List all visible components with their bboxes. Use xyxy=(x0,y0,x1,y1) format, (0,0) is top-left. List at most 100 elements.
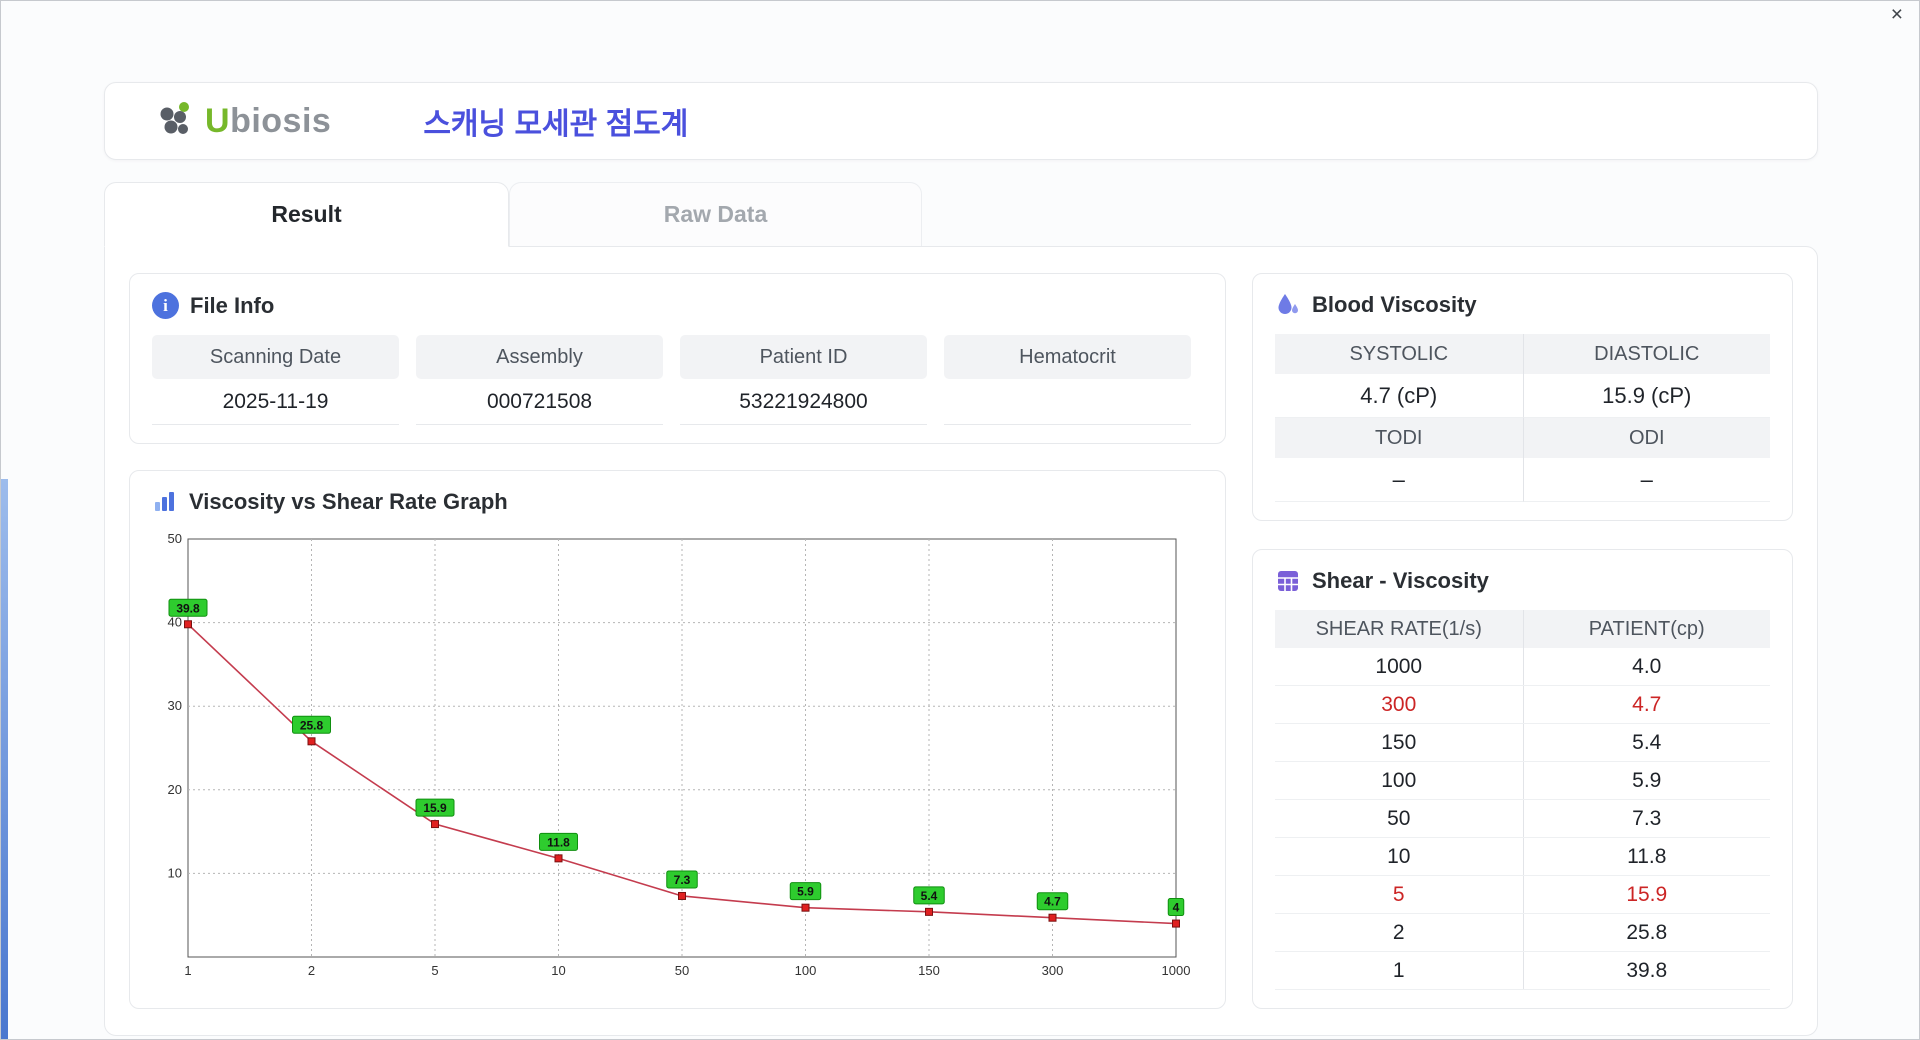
field-value: 000721508 xyxy=(416,379,663,425)
shear-rate-value: 2 xyxy=(1392,921,1405,944)
patient-viscosity-value: 5.9 xyxy=(1522,762,1771,799)
page-title: 스캐닝 모세관 점도계 xyxy=(423,108,689,141)
svg-text:10: 10 xyxy=(168,865,182,880)
blood-viscosity-title-row: Blood Viscosity xyxy=(1275,292,1770,318)
shear-rate-value: 150 xyxy=(1381,731,1417,754)
shear-table-header: SHEAR RATE(1/s) PATIENT(cp) xyxy=(1275,610,1770,648)
svg-text:10: 10 xyxy=(551,963,565,978)
svg-text:1: 1 xyxy=(184,963,191,978)
field-assembly: Assembly 000721508 xyxy=(416,335,663,425)
file-info-title-row: i File Info xyxy=(152,292,1203,319)
shear-rate-value: 300 xyxy=(1381,693,1417,716)
shear-rate-value: 10 xyxy=(1387,845,1411,868)
svg-text:50: 50 xyxy=(675,963,689,978)
svg-text:30: 30 xyxy=(168,698,182,713)
shear-rate-value: 100 xyxy=(1381,769,1417,792)
svg-text:5: 5 xyxy=(431,963,438,978)
svg-text:11.8: 11.8 xyxy=(547,835,570,849)
svg-text:15.9: 15.9 xyxy=(423,801,447,815)
blood-viscosity-card: Blood Viscosity SYSTOLIC DIASTOLIC 4.7 (… xyxy=(1252,273,1793,521)
shear-viscosity-row: 5 15.9 xyxy=(1275,876,1770,914)
blood-viscosity-title: Blood Viscosity xyxy=(1312,292,1477,317)
systolic-value: 4.7 (cP) xyxy=(1275,374,1523,418)
patient-viscosity-value: 25.8 xyxy=(1522,914,1771,951)
chart-area: 10 20 30 40 50 1 2 5 10 50 100 150 300 1000 39.8 25.8 15… xyxy=(152,525,1203,990)
todi-value: – xyxy=(1275,458,1523,502)
shear-viscosity-title-row: Shear - Viscosity xyxy=(1275,568,1770,594)
patient-viscosity-value: 4.7 xyxy=(1522,686,1771,723)
field-patient-id: Patient ID 53221924800 xyxy=(680,335,927,425)
svg-text:4.7: 4.7 xyxy=(1044,895,1061,909)
blood-viscosity-table: SYSTOLIC DIASTOLIC 4.7 (cP) 15.9 (cP) TO… xyxy=(1275,334,1770,502)
file-info-title: File Info xyxy=(190,292,275,318)
graph-title-row: Viscosity vs Shear Rate Graph xyxy=(152,489,1203,515)
shear-table-body: 1000 4.0 300 4.7 150 5.4 100 5.9 50 7.3 10 11.8 5 15.… xyxy=(1275,648,1770,990)
shear-viscosity-row: 300 4.7 xyxy=(1275,686,1770,724)
shear-rate-column-header: SHEAR RATE(1/s) xyxy=(1315,618,1482,640)
shear-rate-value: 1 xyxy=(1392,959,1405,982)
svg-text:7.3: 7.3 xyxy=(674,873,691,887)
patient-viscosity-value: 15.9 xyxy=(1522,876,1771,913)
odi-value: – xyxy=(1522,458,1770,502)
systolic-label: SYSTOLIC xyxy=(1275,334,1523,374)
table-grid-icon xyxy=(1275,568,1301,594)
patient-viscosity-value: 11.8 xyxy=(1522,838,1771,875)
shear-viscosity-row: 150 5.4 xyxy=(1275,724,1770,762)
window-titlebar: × xyxy=(1,1,1919,29)
svg-text:39.8: 39.8 xyxy=(176,601,200,615)
shear-viscosity-row: 100 5.9 xyxy=(1275,762,1770,800)
svg-text:100: 100 xyxy=(795,963,817,978)
viscosity-graph-card: Viscosity vs Shear Rate Graph 10 20 30 40 50… xyxy=(129,470,1226,1009)
ubiosis-logo-icon xyxy=(153,99,197,143)
file-info-fields: Scanning Date 2025-11-19 Assembly 000721… xyxy=(152,335,1203,425)
shear-viscosity-row: 2 25.8 xyxy=(1275,914,1770,952)
droplet-icon xyxy=(1275,292,1301,318)
shear-viscosity-row: 1 39.8 xyxy=(1275,952,1770,990)
field-value: 2025-11-19 xyxy=(152,379,399,425)
svg-text:40: 40 xyxy=(168,615,182,630)
svg-text:150: 150 xyxy=(918,963,940,978)
field-value xyxy=(944,379,1191,425)
shear-rate-value: 1000 xyxy=(1375,655,1423,678)
shear-rate-value: 50 xyxy=(1387,807,1411,830)
shear-viscosity-title: Shear - Viscosity xyxy=(1312,568,1489,593)
field-hematocrit: Hematocrit xyxy=(944,335,1191,425)
shear-viscosity-row: 50 7.3 xyxy=(1275,800,1770,838)
bar-chart-icon xyxy=(152,489,178,515)
shear-viscosity-row: 1000 4.0 xyxy=(1275,648,1770,686)
tab-result[interactable]: Result xyxy=(104,182,509,247)
info-icon: i xyxy=(152,292,179,319)
patient-viscosity-value: 39.8 xyxy=(1522,952,1771,989)
patient-viscosity-value: 5.4 xyxy=(1522,724,1771,761)
graph-title: Viscosity vs Shear Rate Graph xyxy=(189,489,508,514)
svg-text:4: 4 xyxy=(1173,901,1180,915)
patient-column-header: PATIENT(cp) xyxy=(1522,610,1771,648)
patient-viscosity-value: 7.3 xyxy=(1522,800,1771,837)
odi-label: ODI xyxy=(1522,418,1770,458)
svg-text:2: 2 xyxy=(308,963,315,978)
main-container: Ubiosis 스캐닝 모세관 점도계 Result Raw Data i Fi… xyxy=(104,82,1818,1036)
tab-raw-data[interactable]: Raw Data xyxy=(509,182,922,246)
background-window-edge xyxy=(1,479,8,1039)
brand-name: Ubiosis xyxy=(205,101,332,140)
svg-text:25.8: 25.8 xyxy=(300,718,324,732)
field-label: Patient ID xyxy=(680,335,927,379)
field-label: Hematocrit xyxy=(944,335,1191,379)
shear-viscosity-card: Shear - Viscosity SHEAR RATE(1/s) PATIEN… xyxy=(1252,549,1793,1009)
diastolic-label: DIASTOLIC xyxy=(1522,334,1770,374)
close-icon[interactable]: × xyxy=(1891,4,1903,25)
svg-text:20: 20 xyxy=(168,782,182,797)
diastolic-value: 15.9 (cP) xyxy=(1522,374,1770,418)
viscosity-chart: 10 20 30 40 50 1 2 5 10 50 100 150 300 1000 39.8 25.8 15… xyxy=(168,531,1191,978)
result-panel: i File Info Scanning Date 2025-11-19 Ass… xyxy=(104,246,1818,1036)
brand-logo: Ubiosis xyxy=(153,99,331,143)
svg-text:300: 300 xyxy=(1042,963,1064,978)
todi-label: TODI xyxy=(1275,418,1523,458)
field-scanning-date: Scanning Date 2025-11-19 xyxy=(152,335,399,425)
field-value: 53221924800 xyxy=(680,379,927,425)
shear-viscosity-row: 10 11.8 xyxy=(1275,838,1770,876)
svg-text:5.4: 5.4 xyxy=(921,889,938,903)
file-info-card: i File Info Scanning Date 2025-11-19 Ass… xyxy=(129,273,1226,444)
field-label: Assembly xyxy=(416,335,663,379)
svg-text:1000: 1000 xyxy=(1162,963,1191,978)
